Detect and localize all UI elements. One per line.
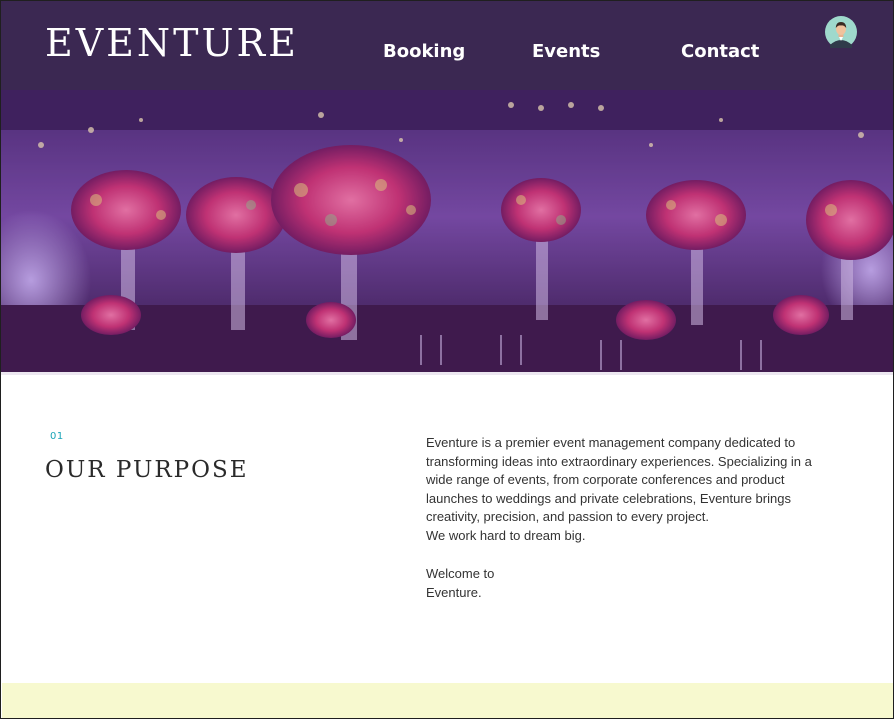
welcome-line-2: Eventure. bbox=[426, 584, 482, 600]
nav-contact-link[interactable]: Contact bbox=[681, 41, 759, 62]
nav-events-link[interactable]: Events bbox=[532, 41, 600, 62]
welcome-line-1: Welcome to bbox=[426, 566, 495, 581]
purpose-paragraph: Eventure is a premier event management c… bbox=[426, 435, 812, 524]
site-logo[interactable]: EVENTURE bbox=[45, 21, 299, 65]
purpose-tagline: We work hard to dream big. bbox=[426, 527, 586, 543]
welcome-message: Welcome to Eventure. bbox=[426, 565, 494, 602]
nav-booking-link[interactable]: Booking bbox=[383, 41, 465, 62]
section-title: OUR PURPOSE bbox=[45, 457, 249, 483]
next-section-band bbox=[2, 683, 893, 718]
user-avatar-icon[interactable] bbox=[825, 16, 857, 48]
page-frame: EVENTURE Booking Events Contact 01 OUR P… bbox=[0, 0, 894, 719]
purpose-description: Eventure is a premier event management c… bbox=[426, 434, 836, 545]
hero-banquet-image bbox=[1, 90, 893, 372]
section-number: 01 bbox=[50, 431, 64, 442]
hero-bottom-divider bbox=[1, 372, 893, 375]
site-header: EVENTURE Booking Events Contact bbox=[1, 1, 893, 90]
